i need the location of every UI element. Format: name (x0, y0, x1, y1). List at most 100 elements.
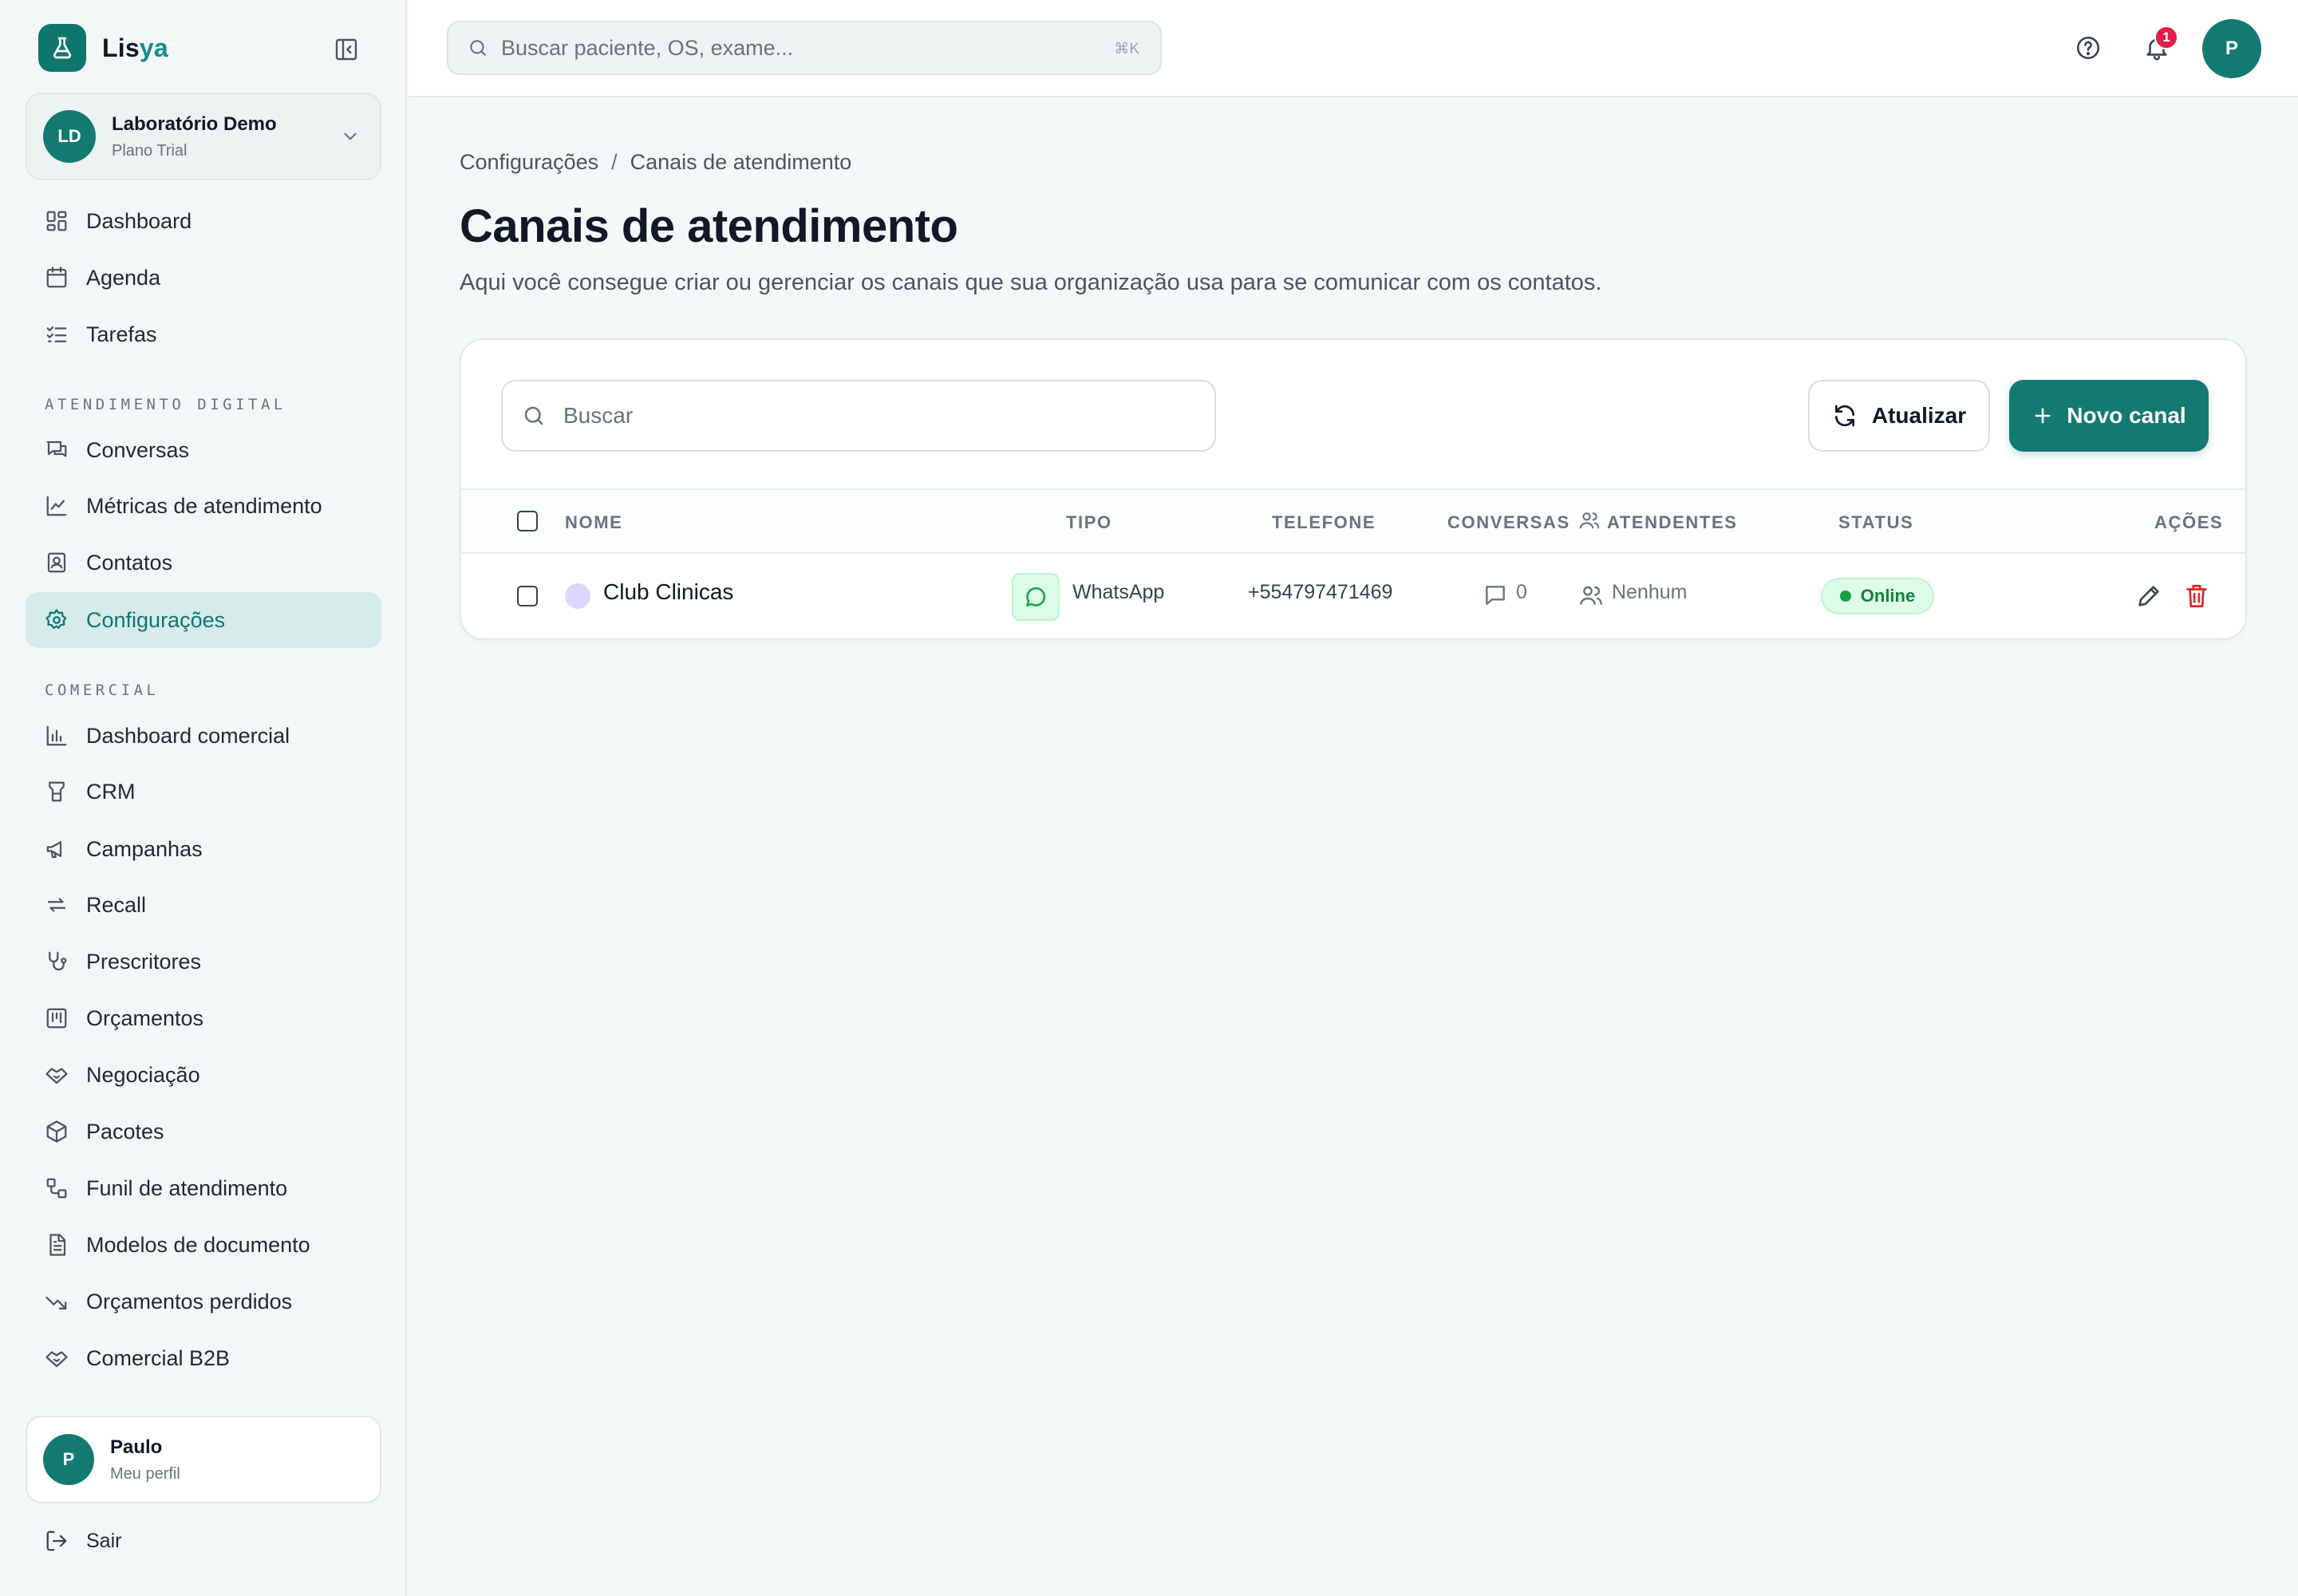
nav-item-prescritores[interactable]: Prescritores (26, 934, 381, 990)
org-plan: Plano Trial (112, 141, 188, 160)
attendants-value: Nenhum (1612, 581, 1688, 603)
avatar: P (43, 1434, 94, 1485)
megaphone-icon (46, 841, 62, 859)
nav-label: CRM (86, 779, 136, 804)
nav-item-configuracoes[interactable]: Configurações (26, 592, 381, 648)
channels-panel: Atualizar Novo canal NOME TIPO TELEFONE … (460, 338, 2247, 640)
edit-icon[interactable] (2135, 583, 2162, 610)
new-channel-button[interactable]: Novo canal (2009, 380, 2209, 452)
collapse-sidebar-icon[interactable] (334, 37, 359, 62)
stethoscope-icon (49, 951, 67, 971)
trending-down-icon (45, 1296, 67, 1310)
message-icon (1483, 583, 1508, 608)
nav-item-crm[interactable]: CRM (26, 764, 381, 820)
nav-label: Modelos de documento (86, 1232, 310, 1257)
user-name: Paulo (110, 1436, 163, 1458)
breadcrumb: Configurações / Canais de atendimento (460, 150, 851, 175)
nav-label: Conversas (86, 437, 190, 462)
help-icon[interactable] (2075, 34, 2102, 61)
column-header-conversas[interactable]: CONVERSAS (1447, 512, 1570, 533)
table-row[interactable]: Club Clinicas WhatsApp +554797471469 0 N… (461, 554, 2245, 638)
search-icon (524, 406, 543, 425)
funnel-icon (46, 1178, 67, 1199)
avatar[interactable]: P (2202, 19, 2261, 78)
nav-label: Campanhas (86, 836, 203, 861)
nav-item-tarefas[interactable]: Tarefas (26, 306, 381, 362)
breadcrumb-parent[interactable]: Configurações (460, 150, 598, 175)
global-search-input[interactable] (501, 35, 1076, 61)
nav-item-conversas[interactable]: Conversas (26, 422, 381, 478)
contacts-icon (47, 552, 66, 573)
user-profile-card[interactable]: P Paulo Meu perfil (26, 1416, 381, 1503)
global-search[interactable]: ⌘K (447, 21, 1162, 75)
refresh-button[interactable]: Atualizar (1808, 380, 1990, 452)
calendar-icon (46, 267, 67, 288)
refresh-label: Atualizar (1871, 403, 1967, 428)
nav-item-negociacao[interactable]: Negociação (26, 1047, 381, 1103)
nav-label: Negociação (86, 1062, 200, 1087)
column-header-telefone[interactable]: TELEFONE (1272, 512, 1376, 533)
search-input[interactable] (563, 403, 1186, 429)
nav-item-pacotes[interactable]: Pacotes (26, 1104, 381, 1159)
user-profile-link: Meu perfil (110, 1464, 180, 1483)
nav-item-metricas[interactable]: Métricas de atendimento (26, 478, 381, 534)
chat-icon (46, 440, 67, 457)
breadcrumb-separator: / (611, 150, 618, 174)
select-all-checkbox[interactable] (517, 511, 538, 531)
brand[interactable]: Lisya (38, 24, 168, 72)
dashboard-icon (46, 211, 67, 231)
nav-label: Dashboard comercial (86, 723, 290, 748)
breadcrumb-current: Canais de atendimento (630, 150, 852, 174)
column-header-status[interactable]: STATUS (1838, 512, 1913, 533)
nav-label: Recall (86, 892, 147, 917)
nav-label: Orçamentos perdidos (86, 1289, 293, 1314)
channel-phone: +554797471469 (1248, 581, 1393, 603)
logout-button[interactable]: Sair (45, 1529, 121, 1553)
recall-icon (47, 898, 66, 912)
nav-item-agenda[interactable]: Agenda (26, 250, 381, 306)
nav-label: Dashboard (86, 208, 192, 233)
kanban-icon (46, 1008, 67, 1029)
search-shortcut: ⌘K (1114, 41, 1139, 57)
channel-avatar (565, 583, 590, 609)
topbar: ⌘K 1 P (409, 0, 2298, 97)
section-title-digital: ATENDIMENTO DIGITAL (45, 396, 286, 413)
nav-item-dashboard-comercial[interactable]: Dashboard comercial (26, 708, 381, 764)
logout-icon (46, 1531, 67, 1551)
nav-label: Pacotes (86, 1119, 164, 1144)
status-label: Online (1860, 586, 1916, 606)
channel-type: WhatsApp (1072, 581, 1165, 603)
sidebar: Lisya LD Laboratório Demo Plano Trial Da… (0, 0, 407, 1596)
column-header-tipo[interactable]: TIPO (1066, 512, 1112, 533)
brand-name: Lisya (102, 34, 168, 63)
nav-item-funil[interactable]: Funil de atendimento (26, 1160, 381, 1216)
metrics-icon (46, 496, 67, 516)
nav-item-recall[interactable]: Recall (26, 877, 381, 933)
row-checkbox[interactable] (517, 586, 538, 606)
channel-name[interactable]: Club Clinicas (603, 579, 733, 605)
refresh-icon (1834, 405, 1854, 427)
nav-label: Tarefas (86, 322, 157, 346)
trash-icon[interactable] (2183, 583, 2210, 610)
column-header-nome[interactable]: NOME (565, 512, 622, 533)
nav-item-comercial-b2b[interactable]: Comercial B2B (26, 1330, 381, 1386)
status-badge: Online (1821, 578, 1934, 614)
nav-item-contatos[interactable]: Contatos (26, 535, 381, 591)
brand-name-prefix: Lis (102, 33, 140, 62)
nav-item-modelos[interactable]: Modelos de documento (26, 1217, 381, 1273)
gear-icon (45, 609, 67, 630)
table-header: NOME TIPO TELEFONE CONVERSAS ATENDENTES … (461, 488, 2245, 554)
nav-item-campanhas[interactable]: Campanhas (26, 821, 381, 877)
nav-item-orcamentos-perdidos[interactable]: Orçamentos perdidos (26, 1274, 381, 1329)
column-header-atendentes[interactable]: ATENDENTES (1607, 512, 1738, 533)
nav-item-dashboard[interactable]: Dashboard (26, 193, 381, 249)
channel-search[interactable] (501, 380, 1216, 452)
nav-label: Configurações (86, 607, 226, 632)
org-name: Laboratório Demo (112, 113, 277, 135)
nav-item-orcamentos[interactable]: Orçamentos (26, 990, 381, 1046)
org-switcher[interactable]: LD Laboratório Demo Plano Trial (26, 93, 381, 180)
whatsapp-icon (1012, 573, 1060, 621)
page-description: Aqui você consegue criar ou gerenciar os… (460, 270, 1602, 295)
status-dot (1839, 591, 1851, 602)
conversation-count: 0 (1516, 581, 1527, 603)
